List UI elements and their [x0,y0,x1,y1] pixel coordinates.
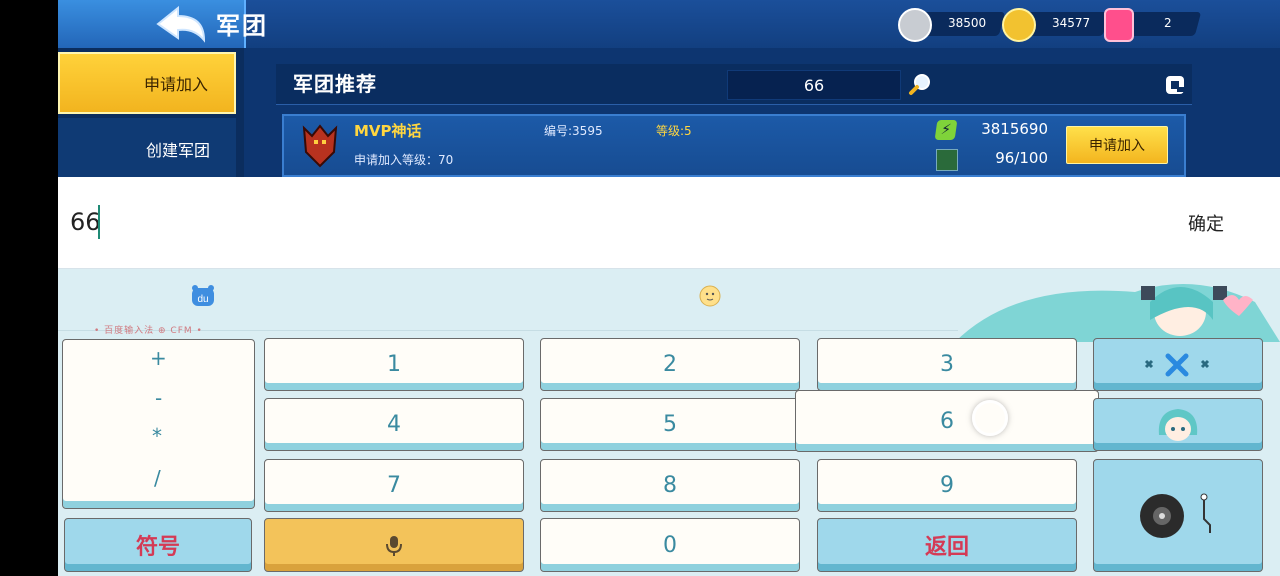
delete-icon [1144,353,1210,376]
apply-join-button[interactable]: 申请加入 [1066,126,1168,164]
touch-ripple [972,400,1008,436]
plus-key[interactable]: + [150,346,167,370]
digit-6-key-pressed[interactable]: 6 [795,390,1099,452]
guild-required-level: 申请加入等级：70 [354,153,454,167]
guild-power: 3815690 [981,120,1048,138]
digit-5-key[interactable]: 5 [540,398,800,451]
digit-0-key[interactable]: 0 [540,518,800,572]
baidu-logo-icon[interactable]: du [190,284,216,308]
gold-coin-icon[interactable] [1002,8,1036,42]
guild-name: MVP神话 [354,122,422,140]
backspace-key[interactable] [1093,338,1263,391]
digit-4-key[interactable]: 4 [264,398,524,451]
ime-input-field[interactable]: 66 [70,208,101,236]
emoji-icon[interactable] [699,285,721,307]
digit-2-key[interactable]: 2 [540,338,800,391]
silver-coin-icon [898,8,932,42]
return-key[interactable]: 返回 [817,518,1077,572]
digit-1-key[interactable]: 1 [264,338,524,391]
ime-brand-label: • 百度输入法 ⊕ CFM • [94,326,203,336]
miku-face-icon [1158,408,1198,441]
sidebar-item-create[interactable]: 创建军团 [58,118,236,180]
multiply-key[interactable]: * [152,424,162,448]
enter-key[interactable] [1093,459,1263,572]
refresh-icon[interactable] [1164,74,1186,96]
sidebar-item-join[interactable]: 申请加入 [58,52,236,114]
search-input[interactable]: 66 [727,70,901,100]
gold-currency-value: 34577 [1052,16,1091,30]
digit-8-key[interactable]: 8 [540,459,800,512]
gem-currency-value: 2 [1164,16,1172,30]
skin-key[interactable] [1093,398,1263,451]
minus-key[interactable]: - [155,386,162,410]
search-icon[interactable] [908,72,932,96]
guild-members: 96/100 [995,149,1048,167]
ime-input-bar [58,177,1280,269]
member-icon [936,149,958,171]
digit-3-key[interactable]: 3 [817,338,1077,391]
svg-text:du: du [197,294,208,305]
gem-icon[interactable] [1104,8,1134,42]
power-icon: ⚡ [934,120,958,140]
record-player-icon [1140,493,1211,538]
silver-currency-value: 38500 [948,16,987,30]
divide-key[interactable]: / [154,466,161,490]
microphone-icon [386,536,402,556]
digit-7-key[interactable]: 7 [264,459,524,512]
guild-level: 等级:5 [656,124,692,138]
space-voice-key[interactable] [264,518,524,572]
panel-title: 军团推荐 [293,72,377,96]
digit-9-key[interactable]: 9 [817,459,1077,512]
keyboard-skin-character [955,284,1280,342]
text-caret [98,205,100,239]
guild-id: 编号:3595 [544,124,603,138]
confirm-button[interactable]: 确定 [1188,210,1224,236]
symbol-key[interactable]: 符号 [64,518,252,572]
page-title: 军团 [216,12,268,40]
guild-emblem-icon [302,124,338,168]
